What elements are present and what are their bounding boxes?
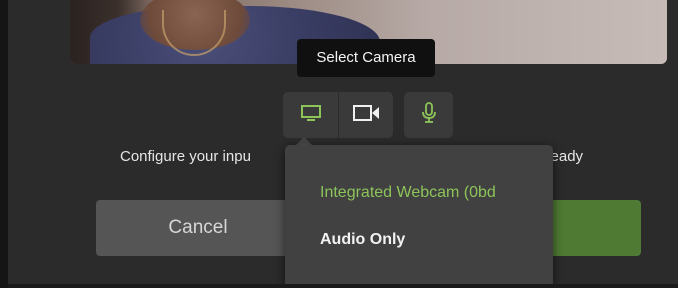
- left-border: [0, 0, 8, 288]
- media-toolbar: [283, 92, 393, 138]
- microphone-icon: [421, 101, 437, 129]
- configure-instructions-head: Configure your inpu: [120, 148, 251, 165]
- monitor-icon: [300, 104, 322, 127]
- camera-setup-dialog: Select Camera Configure your inpu n read…: [0, 0, 678, 288]
- screen-share-button[interactable]: [283, 92, 338, 138]
- menu-item-integrated-webcam[interactable]: Integrated Webcam (0bd: [320, 184, 496, 202]
- microphone-button[interactable]: [404, 92, 453, 138]
- select-camera-tooltip: Select Camera: [297, 39, 435, 77]
- camera-select-menu: Integrated Webcam (0bd Audio Only: [285, 137, 553, 288]
- menu-item-audio-only[interactable]: Audio Only: [320, 231, 405, 249]
- video-camera-icon: [352, 104, 380, 127]
- select-camera-button[interactable]: [338, 92, 393, 138]
- bottom-border: [8, 284, 678, 288]
- menu-caret: [295, 137, 313, 146]
